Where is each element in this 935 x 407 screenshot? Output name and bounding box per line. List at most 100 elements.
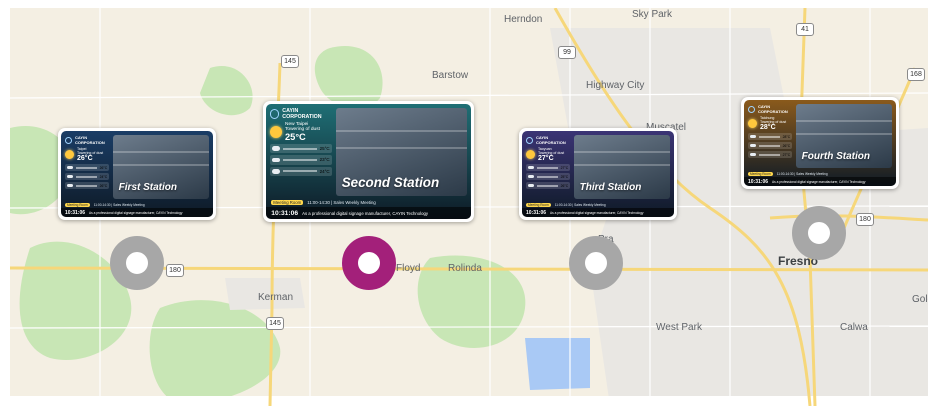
cayin-logo-icon <box>270 109 280 119</box>
cloud-icon <box>749 143 756 148</box>
current-temperature: 28°C <box>760 124 776 131</box>
map-label-highway-city: Highway City <box>586 80 645 91</box>
station-name: First Station <box>118 182 178 193</box>
cayin-logo-icon <box>65 136 72 144</box>
company-suffix: CORPORATION <box>75 140 105 145</box>
ticker-text: As a professional digital signage manufa… <box>89 210 183 215</box>
station-photo: Third Station <box>573 135 670 199</box>
route-shield-180: 180 <box>856 213 874 226</box>
company-suffix: CORPORATION <box>758 109 788 114</box>
clock-time: 10:31:06 <box>526 209 547 216</box>
forecast-temp: 26°C <box>782 143 791 148</box>
signage-screen: CAYIN CORPORATION Taipei Towering of dust 2… <box>61 131 213 217</box>
news-ticker: 10:31:06 As a professional digital signag… <box>61 208 213 217</box>
map-pin-second[interactable] <box>342 236 396 290</box>
company-suffix: CORPORATION <box>282 114 322 120</box>
forecast-row: 23°C <box>270 155 332 165</box>
weather-panel: CAYIN CORPORATION Taipei Towering of dust 2… <box>61 131 113 201</box>
current-temperature: 25°C <box>285 132 306 142</box>
forecast-row: 27°C <box>748 151 792 158</box>
station-card-first[interactable]: CAYIN CORPORATION Taipei Towering of dust 2… <box>58 128 216 220</box>
map-label-rolinda: Rolinda <box>448 263 482 274</box>
forecast-row: 24°C <box>270 166 332 176</box>
cloud-icon <box>749 152 756 157</box>
route-shield-99: 99 <box>558 46 576 59</box>
ticker-text: As a professional digital signage manufa… <box>302 210 429 216</box>
station-card-third[interactable]: CAYIN CORPORATION Taoyuan Towering of dust… <box>519 128 677 220</box>
meeting-info: Meeting Room 11:00-14:30 | Sales Weekly M… <box>522 201 674 208</box>
cloud-icon <box>272 157 280 163</box>
ticker-text: As a professional digital signage manufa… <box>550 210 644 215</box>
forecast-temp: 26°C <box>560 183 569 188</box>
map-pin-fourth[interactable] <box>792 206 846 260</box>
forecast-temp: 28°C <box>782 134 791 139</box>
signage-screen: CAYIN CORPORATION Taoyuan Towering of dust… <box>522 131 674 217</box>
ticker-text: As a professional digital signage manufa… <box>772 179 866 184</box>
map-label-floyd: Floyd <box>396 263 421 274</box>
station-photo: Second Station <box>335 108 467 196</box>
current-temperature: 26°C <box>77 155 93 162</box>
news-ticker: 10:31:06 As a professional digital signag… <box>522 208 674 217</box>
meeting-room-badge: Meeting Room <box>65 202 90 207</box>
meeting-schedule: 11:00-14:30 | Sales Weekly Meeting <box>307 199 376 205</box>
route-shield-180: 180 <box>166 264 184 277</box>
meeting-schedule: 11:00-14:30 | Sales Weekly Meeting <box>776 171 828 176</box>
company-suffix: CORPORATION <box>536 140 566 145</box>
station-name: Fourth Station <box>801 151 870 162</box>
sun-icon <box>526 150 535 159</box>
weather-panel: CAYIN CORPORATION New Taipei Towering of d… <box>266 104 336 198</box>
map-label-calwa: Calwa <box>840 322 868 333</box>
station-name: Third Station <box>579 182 642 193</box>
forecast-row: 27°C <box>526 164 570 171</box>
meeting-room-badge: Meeting Room <box>271 199 304 205</box>
cloud-icon <box>749 134 756 139</box>
news-ticker: 10:31:06 As a professional digital signag… <box>266 207 471 219</box>
station-card-fourth[interactable]: CAYIN CORPORATION Taichung Towering of dus… <box>741 97 899 189</box>
forecast-row: 26°C <box>65 164 109 171</box>
station-card-second[interactable]: CAYIN CORPORATION New Taipei Towering of d… <box>263 101 474 222</box>
forecast-temp: 27°C <box>782 152 791 157</box>
cloud-icon <box>66 183 73 188</box>
cayin-logo-icon <box>526 136 533 144</box>
forecast-temp: 25°C <box>560 174 569 179</box>
station-photo: First Station <box>112 135 209 199</box>
map-label-west-park: West Park <box>656 322 702 333</box>
forecast-temp: 27°C <box>560 165 569 170</box>
cloud-icon <box>527 183 534 188</box>
map-label-gold: Gold <box>912 294 928 305</box>
meeting-schedule: 11:00-14:30 | Sales Weekly Meeting <box>93 202 145 207</box>
current-temperature: 27°C <box>538 155 554 162</box>
map-pin-first[interactable] <box>110 236 164 290</box>
forecast-temp: 26°C <box>99 165 108 170</box>
route-shield-145: 145 <box>266 317 284 330</box>
cloud-icon <box>66 174 73 179</box>
weather-panel: CAYIN CORPORATION Taoyuan Towering of dust… <box>522 131 574 201</box>
cloud-icon <box>66 165 73 170</box>
meeting-schedule: 11:00-14:30 | Sales Weekly Meeting <box>554 202 606 207</box>
forecast-temp: 23°C <box>319 157 330 163</box>
forecast-row: 28°C <box>748 133 792 140</box>
forecast-row: 24°C <box>65 173 109 180</box>
forecast-row: 26°C <box>526 182 570 189</box>
sun-icon <box>748 119 757 128</box>
forecast-temp: 24°C <box>99 174 108 179</box>
station-photo: Fourth Station <box>795 104 892 168</box>
clock-time: 10:31:06 <box>271 209 299 217</box>
sun-icon <box>65 150 74 159</box>
sun-icon <box>270 126 282 138</box>
signage-screen: CAYIN CORPORATION Taichung Towering of dus… <box>744 100 896 186</box>
meeting-info: Meeting Room 11:00-14:30 | Sales Weekly M… <box>744 170 896 177</box>
water-area <box>525 338 590 390</box>
forecast-row: 25°C <box>526 173 570 180</box>
cloud-icon <box>527 174 534 179</box>
forecast-row: 26°C <box>748 142 792 149</box>
forecast-temp: 25°C <box>319 146 330 152</box>
forecast-temp: 24°C <box>319 168 330 174</box>
map-pin-third[interactable] <box>569 236 623 290</box>
cloud-icon <box>527 165 534 170</box>
cayin-logo-icon <box>748 105 755 113</box>
forecast-row: 25°C <box>270 144 332 154</box>
clock-time: 10:31:06 <box>65 209 86 216</box>
forecast-row: 26°C <box>65 182 109 189</box>
signage-screen: CAYIN CORPORATION New Taipei Towering of d… <box>266 104 471 219</box>
